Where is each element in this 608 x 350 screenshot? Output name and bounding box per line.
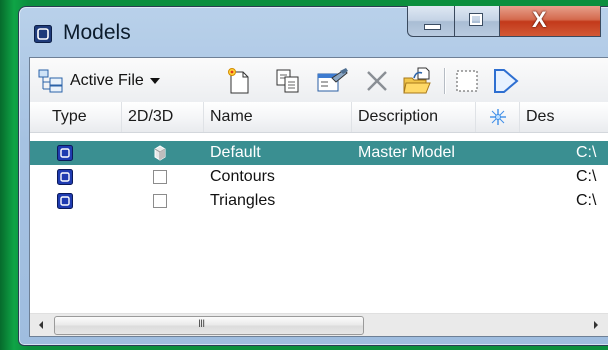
list-header: Type 2D/3D Name Description Des bbox=[30, 102, 608, 133]
scroll-right-button[interactable] bbox=[585, 314, 607, 336]
caption-buttons: X bbox=[407, 6, 601, 38]
column-header-2d3d[interactable]: 2D/3D bbox=[122, 102, 204, 132]
model-type-icon bbox=[57, 169, 73, 185]
column-header-des[interactable]: Des bbox=[520, 102, 608, 132]
sparkle-icon bbox=[490, 109, 506, 125]
maximize-button[interactable] bbox=[455, 6, 500, 37]
select-button[interactable] bbox=[454, 66, 480, 96]
table-row[interactable]: Triangles C:\ bbox=[30, 189, 608, 213]
scroll-left-button[interactable] bbox=[30, 314, 52, 336]
import-icon bbox=[403, 67, 431, 94]
import-button[interactable] bbox=[402, 66, 432, 96]
window-client: Active File Type 2D/3D Name Description … bbox=[29, 57, 608, 337]
new-model-icon bbox=[228, 68, 249, 94]
model-path: C:\ bbox=[576, 192, 597, 209]
toolbar: Active File bbox=[30, 58, 608, 103]
arrow-right-icon bbox=[594, 321, 598, 329]
copy-model-button[interactable] bbox=[274, 66, 302, 96]
minimize-icon bbox=[424, 24, 441, 30]
close-button[interactable]: X bbox=[500, 6, 601, 37]
model-properties-icon bbox=[317, 68, 348, 92]
models-window: Models X Active File Type 2D/3D Name Des… bbox=[18, 6, 608, 346]
title-bar[interactable]: Models X bbox=[19, 6, 608, 57]
select-icon bbox=[456, 70, 478, 92]
model-path: C:\ bbox=[576, 144, 597, 161]
maximize-icon bbox=[469, 13, 483, 26]
new-model-button[interactable] bbox=[226, 66, 252, 96]
model-window-icon bbox=[34, 25, 52, 43]
model-name: Triangles bbox=[210, 192, 276, 209]
window-title: Models bbox=[63, 21, 131, 44]
model-type-icon bbox=[57, 193, 73, 209]
active-file-label: Active File bbox=[70, 72, 144, 89]
next-icon bbox=[494, 69, 519, 93]
table-row[interactable]: Contours C:\ bbox=[30, 165, 608, 189]
column-header-name[interactable]: Name bbox=[204, 102, 352, 132]
models-list[interactable]: Type 2D/3D Name Description Des Default … bbox=[30, 102, 608, 336]
model-name: Contours bbox=[210, 168, 275, 185]
arrow-left-icon bbox=[39, 321, 43, 329]
model-type-icon bbox=[57, 145, 73, 161]
close-icon: X bbox=[532, 7, 547, 32]
model-name: Default bbox=[210, 144, 261, 161]
grip-icon: III bbox=[198, 318, 205, 330]
column-header-sparkle[interactable] bbox=[476, 102, 520, 132]
model-description: Master Model bbox=[358, 144, 455, 161]
3d-cube-icon bbox=[154, 145, 166, 161]
model-properties-button[interactable] bbox=[316, 66, 350, 96]
2d-sheet-icon bbox=[153, 194, 167, 208]
model-path: C:\ bbox=[576, 168, 597, 185]
active-file-dropdown[interactable]: Active File bbox=[38, 66, 160, 96]
minimize-button[interactable] bbox=[407, 6, 455, 37]
column-header-description[interactable]: Description bbox=[352, 102, 476, 132]
chevron-down-icon bbox=[149, 78, 160, 84]
2d-sheet-icon bbox=[153, 170, 167, 184]
next-button[interactable] bbox=[492, 66, 520, 96]
models-tree-icon bbox=[38, 69, 63, 93]
column-header-type[interactable]: Type bbox=[30, 102, 122, 132]
table-row[interactable]: Default Master Model C:\ bbox=[30, 141, 608, 165]
horizontal-scrollbar[interactable]: III bbox=[30, 313, 608, 336]
delete-icon bbox=[367, 71, 387, 91]
toolbar-separator bbox=[444, 68, 445, 94]
delete-button[interactable] bbox=[364, 66, 390, 96]
copy-model-icon bbox=[276, 69, 299, 93]
scroll-thumb[interactable]: III bbox=[54, 316, 364, 335]
